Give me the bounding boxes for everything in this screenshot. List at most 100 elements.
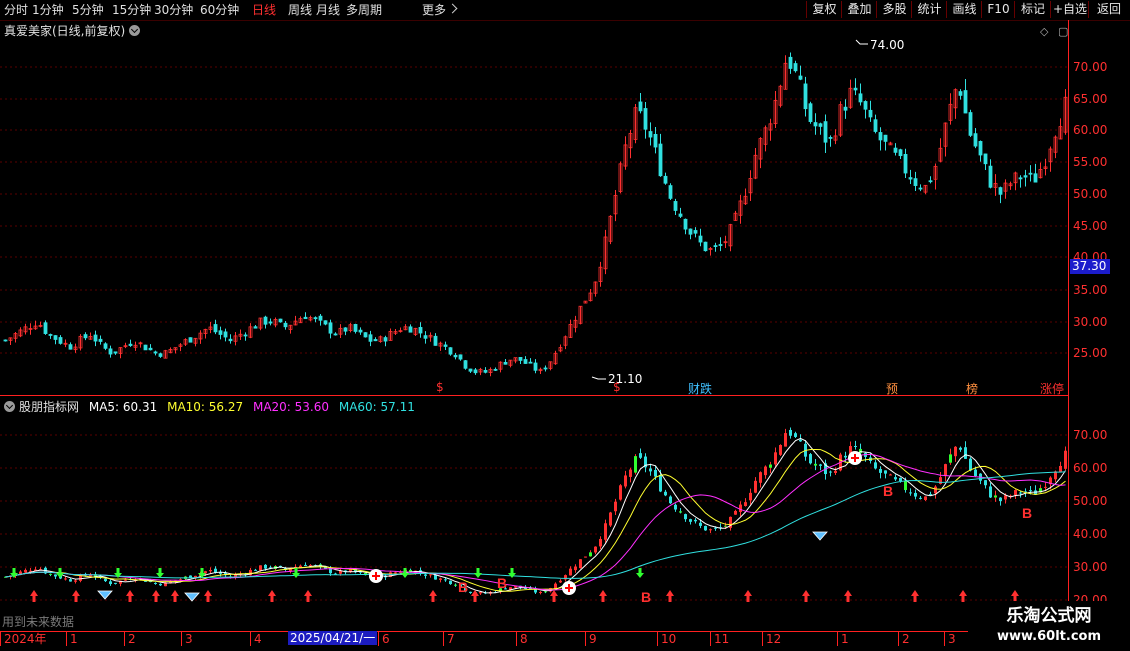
candle-body xyxy=(798,75,803,80)
candle-body xyxy=(53,335,58,340)
candle-body xyxy=(654,469,657,477)
candle-body xyxy=(304,564,307,566)
indicator-axis-label: 60.00 xyxy=(1073,461,1108,475)
candle-body xyxy=(243,334,248,337)
candle-body xyxy=(639,453,642,458)
candle-body xyxy=(894,477,897,480)
candle-body xyxy=(69,579,72,582)
candle-body xyxy=(254,569,257,571)
candle-body xyxy=(68,344,73,350)
candle-body xyxy=(784,433,787,447)
b-signal-label: B xyxy=(458,579,468,595)
candle-body xyxy=(914,492,917,497)
event-marker[interactable]: 预 xyxy=(886,380,898,397)
candle-body xyxy=(968,112,973,136)
candle-body xyxy=(523,359,528,364)
candle-body xyxy=(619,485,622,500)
candle-body xyxy=(264,564,267,569)
candle-body xyxy=(604,523,607,540)
candle-body xyxy=(328,322,333,334)
candle-body xyxy=(809,454,812,464)
buy-arrow-icon xyxy=(802,590,810,602)
event-marker[interactable]: $ xyxy=(436,380,444,394)
event-marker[interactable]: 榜 xyxy=(966,380,978,397)
chevron-down-icon[interactable] xyxy=(4,401,15,412)
candle-body xyxy=(808,103,813,122)
candle-body xyxy=(54,574,57,577)
pane-divider xyxy=(0,395,1068,396)
candle-body xyxy=(109,581,112,585)
candle-body xyxy=(383,337,388,342)
candle-body xyxy=(794,433,797,437)
diamond-icon xyxy=(97,590,113,600)
candle-body xyxy=(963,90,968,114)
candle-body xyxy=(153,351,158,354)
date-axis-label: 10 xyxy=(657,632,676,646)
candle-body xyxy=(774,452,777,465)
candle-body xyxy=(1028,172,1033,175)
candle-body xyxy=(253,326,258,329)
candle-body xyxy=(663,175,668,184)
price-axis-label: 55.00 xyxy=(1073,155,1108,169)
candle-body xyxy=(1029,490,1032,492)
candle-body xyxy=(634,456,637,473)
watermark-url: www.60lt.com xyxy=(996,629,1102,644)
candle-body xyxy=(799,439,802,442)
candle-body xyxy=(213,324,218,333)
candle-body xyxy=(954,446,957,457)
event-marker[interactable]: $ xyxy=(613,380,621,394)
b-signal-label: B xyxy=(641,589,651,605)
candle-body xyxy=(974,469,977,477)
high-pointer xyxy=(855,39,868,45)
candle-body xyxy=(394,572,397,574)
candle-body xyxy=(658,143,663,177)
date-axis-label: 2 xyxy=(898,632,910,646)
candle-body xyxy=(104,578,107,582)
candle-body xyxy=(624,475,627,487)
candle-body xyxy=(263,316,268,325)
candle-body xyxy=(159,583,162,586)
candle-body xyxy=(868,109,873,118)
candle-body xyxy=(1014,490,1017,496)
event-marker[interactable]: 财跌 xyxy=(688,380,712,397)
candle-body xyxy=(323,320,328,325)
candle-body xyxy=(853,87,858,91)
candle-body xyxy=(49,573,52,575)
candle-body xyxy=(454,584,457,586)
candle-body xyxy=(679,511,682,513)
candle-body xyxy=(1033,173,1038,183)
candle-body xyxy=(684,514,687,520)
event-marker[interactable]: 涨停 xyxy=(1040,380,1064,397)
price-axis-label: 65.00 xyxy=(1073,92,1108,106)
candle-body xyxy=(694,519,697,522)
candle-body xyxy=(158,353,163,357)
candle-body xyxy=(754,480,757,493)
candle-body xyxy=(574,566,577,571)
candle-body xyxy=(518,357,523,361)
axis-line xyxy=(1068,20,1069,631)
price-axis-label: 60.00 xyxy=(1073,123,1108,137)
candle-body xyxy=(463,360,468,369)
candle-body xyxy=(909,492,912,494)
candle-body xyxy=(268,321,273,324)
candle-body xyxy=(673,201,678,211)
candle-body xyxy=(43,322,48,334)
candle-body xyxy=(904,480,907,491)
candle-body xyxy=(643,108,648,130)
candle-body xyxy=(918,187,923,190)
candle-body xyxy=(814,463,817,466)
low-pointer xyxy=(591,376,606,380)
ma5-label: MA5: 60.31 xyxy=(88,400,158,414)
stock-chart[interactable]: B B B B B xyxy=(0,0,1130,650)
candle-body xyxy=(829,471,832,473)
candle-body xyxy=(803,83,808,110)
diamond-icon xyxy=(812,531,828,541)
candle-body xyxy=(469,591,472,593)
candle-body xyxy=(188,337,193,343)
candle-body xyxy=(24,569,27,573)
candle-body xyxy=(1023,175,1028,178)
candle-body xyxy=(629,469,632,477)
sell-arrow-icon xyxy=(636,568,644,578)
candle-body xyxy=(689,519,692,522)
candle-body xyxy=(259,565,262,571)
